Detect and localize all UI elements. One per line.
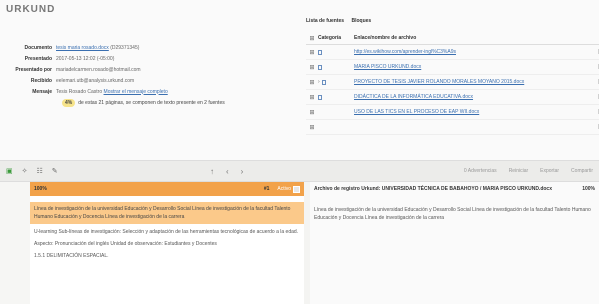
- prev-icon[interactable]: ‹: [226, 167, 229, 176]
- web-icon: [318, 49, 322, 55]
- source-percent: 100%: [582, 186, 595, 192]
- up-arrow-icon[interactable]: ↑: [210, 167, 214, 176]
- category-cell: [318, 49, 354, 55]
- meta-row: Recibido eelemari.utb@analysis.urkund.co…: [4, 75, 304, 86]
- similarity-percent: 4%: [62, 99, 76, 107]
- toolbar-left: ▣ ✧ ☷ ✎: [0, 167, 58, 175]
- row-edge: |: [597, 124, 599, 130]
- row-edge: |: [597, 64, 599, 70]
- meta-row: Documento tesis maria rosado.docx (D2937…: [4, 42, 304, 53]
- restart-button[interactable]: Reiniciar: [509, 168, 528, 174]
- meta-key: Presentado por: [15, 66, 52, 73]
- document-view-icon[interactable]: ▣: [6, 167, 13, 175]
- source-text: Línea de investigación de la universidad…: [314, 207, 591, 221]
- toolbar-right: 0 Advertencias Reiniciar Exportar Compar…: [464, 168, 593, 174]
- document-link[interactable]: tesis maria rosado.docx: [56, 45, 109, 51]
- side-strip: [0, 182, 30, 304]
- expand-icon[interactable]: ⊞: [306, 124, 318, 131]
- share-button[interactable]: Compartir: [571, 168, 593, 174]
- meta-key: Documento: [24, 44, 53, 51]
- active-checkbox[interactable]: [293, 185, 300, 193]
- row-edge: |: [597, 109, 599, 115]
- source-link[interactable]: DIDÁCTICA DE LA INFORMÁTICA EDUCATIVA.do…: [354, 94, 593, 100]
- source-row[interactable]: ⊞ › PROYECTO DE TESIS JAVIER ROLANDO MOR…: [306, 75, 599, 90]
- match-header: 100% #1 Activo: [30, 182, 304, 196]
- expand-icon[interactable]: ⊞: [306, 94, 318, 101]
- source-document-pane: Archivo de registro Urkund: UNIVERSIDAD …: [310, 182, 599, 304]
- row-edge: |: [597, 94, 599, 100]
- expand-all-icon[interactable]: ⊞: [306, 35, 318, 42]
- category-cell: [318, 94, 354, 100]
- match-navigation: ↑ ‹ ›: [210, 167, 243, 176]
- expand-icon[interactable]: ⊞: [306, 64, 318, 71]
- document-text: U-learning Sub-líneas de investigación: …: [34, 229, 299, 235]
- category-cell: [318, 64, 354, 70]
- document-icon: [318, 64, 322, 70]
- document-icon: [318, 94, 322, 100]
- document-id: (D29371345): [110, 44, 140, 51]
- meta-value: mariadelcarmen.rosado@hotmail.com: [56, 66, 141, 73]
- tag-icon[interactable]: ✎: [52, 167, 58, 175]
- active-label: Activo: [277, 186, 291, 192]
- sources-title-bar: Lista de fuentes Bloques: [306, 18, 599, 28]
- chevron-right-icon: ›: [318, 79, 320, 85]
- report-header: URKUND Documento tesis maria rosado.docx…: [0, 0, 599, 160]
- source-link[interactable]: http://es.wikihow.com/aprender-ingl%C3%A…: [354, 49, 593, 55]
- show-message-link[interactable]: Mostrar el mensaje completo: [104, 89, 168, 95]
- meta-row: Mensaje Tesis Rosado Castro Mostrar el m…: [4, 86, 304, 97]
- highlighted-passage[interactable]: Línea de investigación de la universidad…: [30, 202, 304, 224]
- message-text: Tesis Rosado Castro: [56, 88, 103, 95]
- row-edge: |: [597, 49, 599, 55]
- meta-key: Presentado: [24, 55, 52, 62]
- list-icon[interactable]: ☷: [37, 167, 43, 175]
- link-header[interactable]: Enlace/nombre de archivo: [354, 35, 593, 41]
- blocks-tab[interactable]: Bloques: [351, 18, 371, 24]
- source-header: Archivo de registro Urkund: UNIVERSIDAD …: [310, 182, 599, 196]
- row-edge: |: [597, 79, 599, 85]
- source-title: Archivo de registro Urkund: UNIVERSIDAD …: [314, 186, 552, 192]
- expand-icon[interactable]: ⊞: [306, 79, 318, 86]
- source-link[interactable]: MARIA PISCO URKUND.docx: [354, 64, 593, 70]
- category-header[interactable]: Categoría: [318, 35, 354, 41]
- category-cell: ›: [318, 79, 354, 85]
- meta-key: Mensaje: [32, 88, 52, 95]
- meta-row: Presentado por mariadelcarmen.rosado@hot…: [4, 64, 304, 75]
- document-text: 1.5.1 DELIMITACIÓN ESPACIAL.: [34, 253, 109, 259]
- warnings-button[interactable]: 0 Advertencias: [464, 168, 497, 174]
- next-icon[interactable]: ›: [241, 167, 244, 176]
- settings-icon[interactable]: ✧: [22, 167, 28, 175]
- meta-value: eelemari.utb@analysis.urkund.com: [56, 77, 135, 84]
- source-row[interactable]: ⊞ MARIA PISCO URKUND.docx |: [306, 60, 599, 75]
- meta-value: 2017-05-13 12:02 (-05:00): [56, 55, 115, 62]
- document-meta: Documento tesis maria rosado.docx (D2937…: [4, 42, 304, 107]
- source-row[interactable]: ⊞ http://es.wikihow.com/aprender-ingl%C3…: [306, 45, 599, 60]
- source-row[interactable]: ⊞ DIDÁCTICA DE LA INFORMÁTICA EDUCATIVA.…: [306, 90, 599, 105]
- meta-key: Recibido: [30, 77, 52, 84]
- sources-header: ⊞ Categoría Enlace/nombre de archivo: [306, 32, 599, 45]
- similarity-note: de estas 21 páginas, se componen de text…: [78, 100, 225, 106]
- expand-icon[interactable]: ⊞: [306, 49, 318, 56]
- meta-row: Presentado 2017-05-13 12:02 (-05:00): [4, 53, 304, 64]
- source-row[interactable]: ⊞ |: [306, 120, 599, 135]
- source-link[interactable]: USO DE LAS TICS EN EL PROCESO DE EAP WII…: [354, 109, 593, 115]
- sources-panel: Lista de fuentes Bloques ⊞ Categoría Enl…: [306, 18, 599, 160]
- expand-icon[interactable]: ⊞: [306, 109, 318, 116]
- toolbar: ▣ ✧ ☷ ✎ ↑ ‹ › 0 Advertencias Reiniciar E…: [0, 160, 599, 182]
- match-percent: 100%: [34, 186, 47, 192]
- similarity-summary: 4% de estas 21 páginas, se componen de t…: [62, 99, 304, 107]
- sources-tab[interactable]: Lista de fuentes: [306, 18, 344, 24]
- match-counter: #1: [263, 186, 270, 192]
- brand-logo: URKUND: [6, 4, 56, 15]
- submitted-document-pane: 100% #1 Activo Línea de investigación de…: [30, 182, 304, 304]
- source-link[interactable]: PROYECTO DE TESIS JAVIER ROLANDO MORALES…: [354, 79, 593, 85]
- export-button[interactable]: Exportar: [540, 168, 559, 174]
- document-text: Aspecto: Pronunciación del inglés Unidad…: [34, 241, 217, 247]
- document-icon: [321, 79, 326, 85]
- source-row[interactable]: ⊞ USO DE LAS TICS EN EL PROCESO DE EAP W…: [306, 105, 599, 120]
